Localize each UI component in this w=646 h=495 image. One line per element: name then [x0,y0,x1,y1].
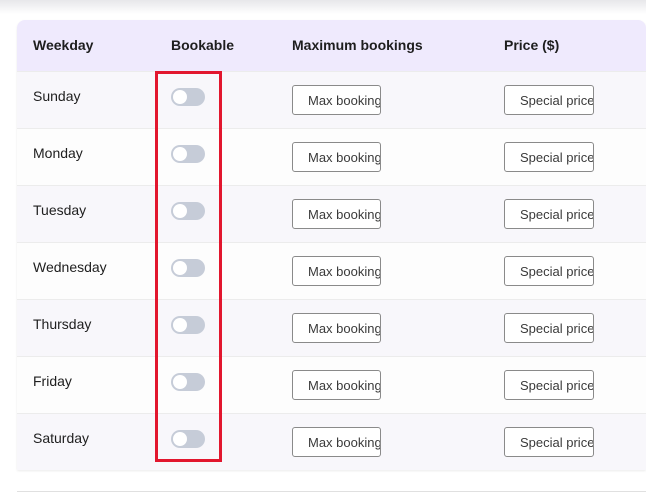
toggle-knob [173,90,187,104]
special-price-input[interactable] [504,427,594,457]
weekday-label: Monday [33,145,83,161]
special-price-input[interactable] [504,256,594,286]
header-price: Price ($) [504,37,560,53]
table-row-thursday: Thursday [17,299,646,356]
max-bookings-input[interactable] [292,370,381,400]
toggle-knob [173,318,187,332]
toggle-knob [173,147,187,161]
table-header-row: Weekday Bookable Maximum bookings Price … [17,20,646,71]
weekday-availability-table: Weekday Bookable Maximum bookings Price … [17,20,646,470]
bookable-toggle[interactable] [171,373,205,391]
table-row-tuesday: Tuesday [17,185,646,242]
bookable-toggle[interactable] [171,145,205,163]
weekday-label: Friday [33,373,72,389]
max-bookings-input[interactable] [292,256,381,286]
top-shadow [0,0,646,14]
bookable-toggle[interactable] [171,259,205,277]
max-bookings-input[interactable] [292,313,381,343]
special-price-input[interactable] [504,199,594,229]
bookable-toggle[interactable] [171,316,205,334]
header-weekday: Weekday [33,37,94,53]
special-price-input[interactable] [504,313,594,343]
special-price-input[interactable] [504,142,594,172]
bookable-toggle[interactable] [171,202,205,220]
table-row-saturday: Saturday [17,413,646,470]
max-bookings-input[interactable] [292,427,381,457]
toggle-knob [173,375,187,389]
table-row-monday: Monday [17,128,646,185]
weekday-label: Sunday [33,88,81,104]
toggle-knob [173,432,187,446]
max-bookings-input[interactable] [292,142,381,172]
bookable-toggle[interactable] [171,430,205,448]
table-row-wednesday: Wednesday [17,242,646,299]
special-price-input[interactable] [504,370,594,400]
toggle-knob [173,204,187,218]
header-maximum-bookings: Maximum bookings [292,37,423,53]
page: Weekday Bookable Maximum bookings Price … [0,0,646,495]
special-price-input[interactable] [504,85,594,115]
header-bookable: Bookable [171,37,235,53]
toggle-knob [173,261,187,275]
weekday-label: Thursday [33,316,92,332]
table-row-friday: Friday [17,356,646,413]
max-bookings-input[interactable] [292,85,381,115]
table-row-sunday: Sunday [17,71,646,128]
weekday-label: Saturday [33,430,90,446]
weekday-label: Wednesday [33,259,107,275]
bookable-toggle[interactable] [171,88,205,106]
max-bookings-input[interactable] [292,199,381,229]
weekday-label: Tuesday [33,202,87,218]
bottom-divider [17,491,646,492]
